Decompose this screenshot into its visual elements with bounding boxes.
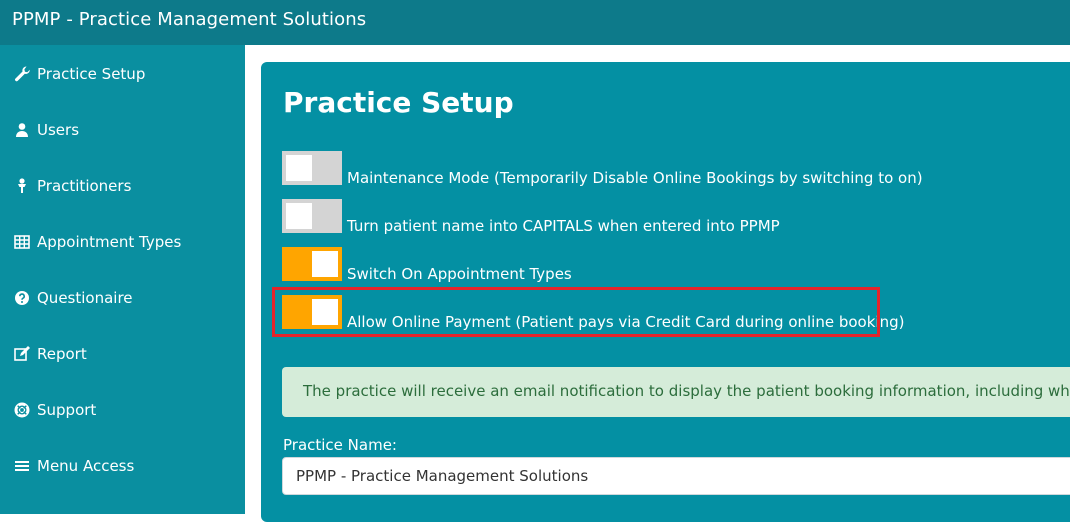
- info-alert: The practice will receive an email notif…: [282, 367, 1070, 417]
- sidebar-item-label: Practice Setup: [37, 65, 146, 83]
- user-icon: [13, 121, 31, 139]
- bars-icon: [13, 457, 31, 475]
- wrench-icon: [13, 65, 31, 83]
- sidebar-item-label: Menu Access: [37, 457, 135, 475]
- sidebar-item-label: Users: [37, 121, 80, 139]
- sidebar-item-label: Appointment Types: [37, 233, 182, 251]
- sidebar-item-users[interactable]: Users: [0, 111, 245, 151]
- table-icon: [13, 233, 31, 251]
- user-md-icon: [13, 177, 31, 195]
- toggle-knob: [286, 155, 312, 181]
- highlight-box: [272, 287, 880, 337]
- appointment-types-toggle[interactable]: [282, 247, 342, 281]
- sidebar-item-menu-access[interactable]: Menu Access: [0, 447, 245, 487]
- practice-name-input[interactable]: [282, 457, 1070, 495]
- life-ring-icon: [13, 401, 31, 419]
- toggle-knob: [312, 251, 338, 277]
- sidebar-item-questionaire[interactable]: Questionaire: [0, 279, 245, 319]
- practice-name-label: Practice Name:: [283, 436, 397, 454]
- sidebar-item-label: Report: [37, 345, 87, 363]
- capitals-label: Turn patient name into CAPITALS when ent…: [347, 217, 780, 235]
- sidebar-item-practice-setup[interactable]: Practice Setup: [0, 55, 245, 95]
- sidebar: Practice Setup Users Practitioners Appoi…: [0, 45, 245, 514]
- toggle-knob: [286, 203, 312, 229]
- sidebar-item-support[interactable]: Support: [0, 391, 245, 431]
- top-bar: PPMP - Practice Management Solutions: [0, 0, 1070, 45]
- sidebar-item-label: Practitioners: [37, 177, 132, 195]
- maintenance-mode-label: Maintenance Mode (Temporarily Disable On…: [347, 169, 923, 187]
- appointment-types-label: Switch On Appointment Types: [347, 265, 572, 283]
- page-title: Practice Setup: [283, 86, 514, 119]
- sidebar-item-label: Questionaire: [37, 289, 133, 307]
- sidebar-item-label: Support: [37, 401, 97, 419]
- sidebar-item-report[interactable]: Report: [0, 335, 245, 375]
- edit-icon: [13, 345, 31, 363]
- capitals-toggle[interactable]: [282, 199, 342, 233]
- question-circle-icon: [13, 289, 31, 307]
- maintenance-mode-toggle[interactable]: [282, 151, 342, 185]
- sidebar-item-practitioners[interactable]: Practitioners: [0, 167, 245, 207]
- sidebar-item-appointment-types[interactable]: Appointment Types: [0, 223, 245, 263]
- alert-text: The practice will receive an email notif…: [303, 382, 1070, 400]
- app-title: PPMP - Practice Management Solutions: [12, 9, 367, 30]
